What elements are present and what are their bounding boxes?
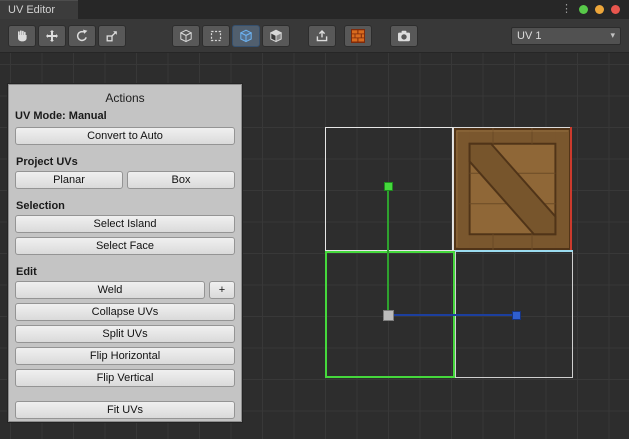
move-tool-button[interactable] [38, 25, 66, 47]
green-vertex-handle[interactable] [384, 182, 393, 191]
cube-object-icon [269, 29, 283, 43]
transform-tool-group [8, 25, 126, 47]
tab-uv-editor[interactable]: UV Editor [0, 0, 78, 19]
actions-panel-title: Actions [9, 85, 241, 109]
box-button[interactable]: Box [127, 171, 235, 189]
select-island-button[interactable]: Select Island [15, 215, 235, 233]
weld-button[interactable]: Weld [15, 281, 205, 299]
project-uvs-row: Planar Box [15, 171, 235, 189]
uv-canvas[interactable]: Actions UV Mode: Manual Convert to Auto … [0, 53, 629, 439]
scale-tool-button[interactable] [98, 25, 126, 47]
window-title: UV Editor [8, 4, 55, 16]
select-face-button[interactable]: Select Face [15, 237, 235, 255]
gizmo-axis-blue-line [390, 314, 513, 316]
uv-mode-label: UV Mode: Manual [9, 109, 241, 127]
edit-section-label: Edit [9, 259, 241, 281]
cube-vertex-icon [179, 29, 193, 43]
flip-vertical-button[interactable]: Flip Vertical [15, 369, 235, 387]
chevron-down-icon: ▾ [610, 30, 615, 41]
planar-button[interactable]: Planar [15, 171, 123, 189]
hand-pan-icon [15, 29, 29, 43]
marquee-mode-button[interactable] [202, 25, 230, 47]
uv-channel-dropdown[interactable]: UV 1 ▾ [511, 27, 621, 45]
rotate-tool-button[interactable] [68, 25, 96, 47]
vertex-mode-button[interactable] [172, 25, 200, 47]
uv-quad-crate-texture[interactable] [453, 127, 572, 251]
rotate-icon [75, 29, 89, 43]
face-mode-button[interactable] [232, 25, 260, 47]
marquee-selection-icon [209, 29, 223, 43]
convert-to-auto-button[interactable]: Convert to Auto [15, 127, 235, 145]
weld-options-button[interactable]: + [209, 281, 235, 299]
uv-edge-highlight-blue[interactable] [455, 250, 573, 252]
titlebar: UV Editor ⋮ [0, 0, 629, 19]
fit-uvs-button[interactable]: Fit UVs [15, 401, 235, 419]
move-icon [45, 29, 59, 43]
uv-channel-value: UV 1 [517, 30, 541, 42]
actions-panel: Actions UV Mode: Manual Convert to Auto … [8, 84, 242, 422]
export-icon [315, 29, 329, 43]
pan-tool-button[interactable] [8, 25, 36, 47]
kebab-menu-icon[interactable]: ⋮ [561, 4, 572, 15]
texture-bricks-icon [351, 29, 365, 43]
collapse-uvs-button[interactable]: Collapse UVs [15, 303, 235, 321]
crate-texture-image [454, 128, 571, 250]
scale-icon [105, 29, 119, 43]
split-uvs-button[interactable]: Split UVs [15, 325, 235, 343]
window-dot-green-icon[interactable] [579, 5, 588, 14]
toolbar: UV 1 ▾ [0, 19, 629, 53]
selection-section-label: Selection [9, 193, 241, 215]
window-dot-orange-icon[interactable] [595, 5, 604, 14]
blue-vertex-handle[interactable] [512, 311, 521, 320]
texture-preview-button[interactable] [344, 25, 372, 47]
export-saveuv-button[interactable] [308, 25, 336, 47]
flip-horizontal-button[interactable]: Flip Horizontal [15, 347, 235, 365]
titlebar-controls: ⋮ [561, 0, 629, 19]
selection-mode-group [172, 25, 290, 47]
cube-face-selected-icon [239, 29, 253, 43]
project-uvs-section-label: Project UVs [9, 149, 241, 171]
uv-seam-red-edge[interactable] [570, 127, 572, 252]
object-mode-button[interactable] [262, 25, 290, 47]
screenshot-button[interactable] [390, 25, 418, 47]
window-dot-red-icon[interactable] [611, 5, 620, 14]
camera-icon [397, 29, 411, 43]
weld-row: Weld + [15, 281, 235, 299]
gray-pivot-handle[interactable] [383, 310, 394, 321]
gizmo-axis-green-line [387, 186, 389, 313]
